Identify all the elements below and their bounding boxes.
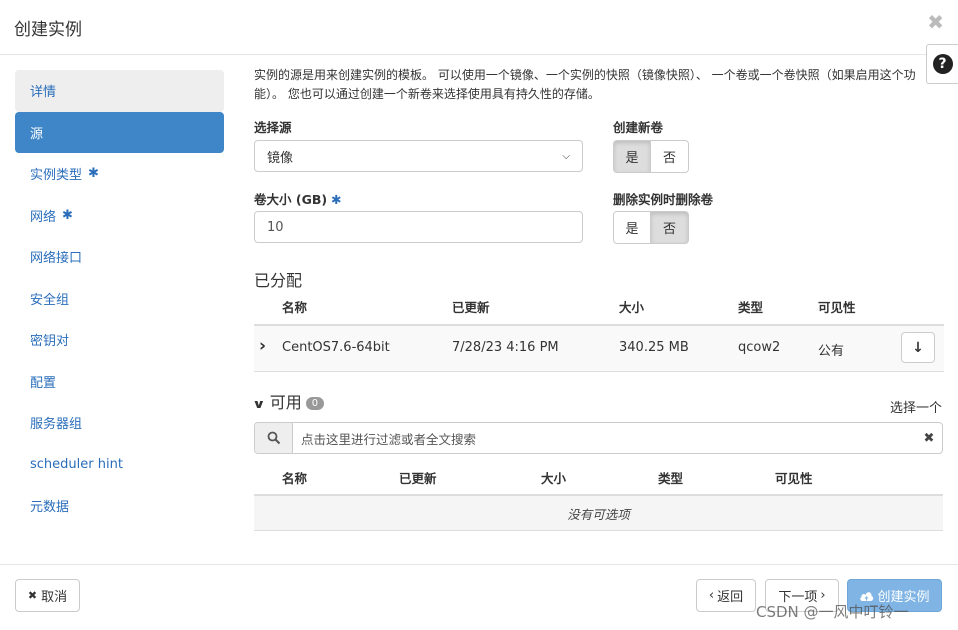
sidebar-item-scheduler-hint[interactable]: scheduler hint: [15, 444, 224, 486]
allocated-header-visibility: 可见性: [818, 300, 856, 315]
required-icon: ✱: [331, 192, 342, 207]
sidebar-item-label: scheduler hint: [30, 456, 123, 472]
available-title: 可用: [269, 393, 302, 412]
sidebar-item-label: 网络: [30, 209, 57, 225]
available-header-visibility: 可见性: [775, 471, 813, 486]
source-panel: 实例的源是用来创建实例的模板。 可以使用一个镜像、一个实例的快照（镜像快照）、 …: [254, 66, 944, 104]
sidebar-item-source[interactable]: 源: [15, 111, 224, 153]
allocated-header-size: 大小: [619, 300, 645, 315]
sidebar-item-key-pair[interactable]: 密钥对: [15, 319, 224, 361]
available-header-updated: 已更新: [399, 471, 437, 486]
available-header-size: 大小: [541, 471, 567, 486]
create-volume-yes-button[interactable]: 是: [613, 140, 651, 173]
chevron-down-icon: ⌵: [562, 150, 570, 162]
chevron-left-icon: ‹: [708, 588, 715, 603]
sidebar-item-label: 实例类型: [30, 168, 83, 184]
sidebar-item-network-ports[interactable]: 网络接口: [15, 236, 224, 278]
sidebar-item-label: 安全组: [30, 292, 70, 308]
sidebar-item-label: 源: [30, 126, 44, 142]
sidebar-item-label: 密钥对: [30, 334, 70, 350]
sidebar-item-flavor[interactable]: 实例类型 ✱: [15, 153, 224, 195]
allocated-row-visibility: 公有: [818, 344, 845, 359]
sidebar-item-metadata[interactable]: 元数据: [15, 485, 224, 527]
empty-message: 没有可选项: [254, 494, 943, 531]
cloud-upload-icon: [860, 591, 874, 601]
chevron-down-icon: ∨: [252, 397, 266, 411]
available-header-type: 类型: [658, 471, 684, 486]
select-one-text: 选择一个: [890, 401, 943, 416]
allocated-row-updated: 7/28/23 4:16 PM: [452, 340, 559, 355]
sidebar-item-label: 配置: [30, 375, 57, 391]
allocated-row-name: CentOS7.6-64bit: [282, 340, 390, 355]
modal-header: 创建实例 ✖: [0, 0, 958, 55]
source-select-value: 镜像: [267, 150, 294, 166]
required-icon: ✱: [88, 166, 99, 182]
required-icon: ✱: [62, 207, 73, 223]
volume-size-input[interactable]: 10: [254, 211, 583, 243]
delete-volume-label: 删除实例时删除卷: [613, 192, 714, 207]
allocated-title: 已分配: [254, 271, 303, 290]
available-toggle[interactable]: ∨ 可用 0: [252, 389, 325, 413]
search-input[interactable]: 点击这里进行过滤或者全文搜索: [293, 429, 916, 448]
allocated-header-name: 名称: [282, 300, 308, 315]
allocated-row-size: 340.25 MB: [619, 340, 689, 355]
sidebar-item-security-groups[interactable]: 安全组: [15, 278, 224, 320]
sidebar-item-configuration[interactable]: 配置: [15, 361, 224, 403]
select-source-label: 选择源: [254, 120, 292, 135]
close-icon[interactable]: ✖: [927, 10, 944, 34]
allocated-header-updated: 已更新: [452, 300, 490, 315]
deallocate-button[interactable]: ↓: [901, 332, 935, 363]
allocated-row-type: qcow2: [738, 340, 781, 355]
delete-volume-no-button[interactable]: 否: [651, 211, 689, 244]
arrow-down-icon: ↓: [912, 339, 924, 356]
sidebar-item-details[interactable]: 详情: [15, 70, 224, 112]
watermark: CSDN @一风中叮铃一: [756, 603, 909, 621]
available-header-name: 名称: [282, 471, 308, 486]
close-icon: ✖: [27, 589, 38, 602]
cancel-button[interactable]: ✖ 取消: [15, 579, 80, 612]
sidebar-item-label: 元数据: [30, 500, 70, 516]
volume-size-label: 卷大小 (GB) ✱: [254, 192, 342, 207]
create-volume-toggle: 是 否: [613, 140, 689, 173]
modal-title: 创建实例: [14, 20, 82, 40]
available-search: 点击这里进行过滤或者全文搜索 ✖: [254, 422, 943, 454]
search-icon: [255, 423, 293, 453]
wizard-sidebar: 详情 源 实例类型 ✱ 网络 ✱ 网络接口 安全组 密钥对 配置 服务器组 sche…: [15, 70, 224, 527]
intro-text: 实例的源是用来创建实例的模板。 可以使用一个镜像、一个实例的快照（镜像快照）、 …: [254, 68, 916, 101]
sidebar-item-server-groups[interactable]: 服务器组: [15, 402, 224, 444]
create-volume-label: 创建新卷: [613, 120, 664, 135]
sidebar-item-networks[interactable]: 网络 ✱: [15, 195, 224, 237]
delete-volume-toggle: 是 否: [613, 211, 689, 244]
expand-row-icon[interactable]: ›: [259, 336, 266, 356]
sidebar-item-label: 网络接口: [30, 251, 83, 267]
create-volume-no-button[interactable]: 否: [651, 140, 689, 173]
sidebar-item-label: 详情: [30, 85, 57, 101]
delete-volume-yes-button[interactable]: 是: [613, 211, 651, 244]
clear-search-icon[interactable]: ✖: [916, 431, 942, 446]
source-select[interactable]: 镜像 ⌵: [254, 140, 583, 172]
back-button[interactable]: ‹ 返回: [696, 579, 756, 612]
allocated-header-type: 类型: [738, 300, 764, 315]
sidebar-item-label: 服务器组: [30, 417, 83, 433]
available-count-badge: 0: [305, 397, 325, 410]
